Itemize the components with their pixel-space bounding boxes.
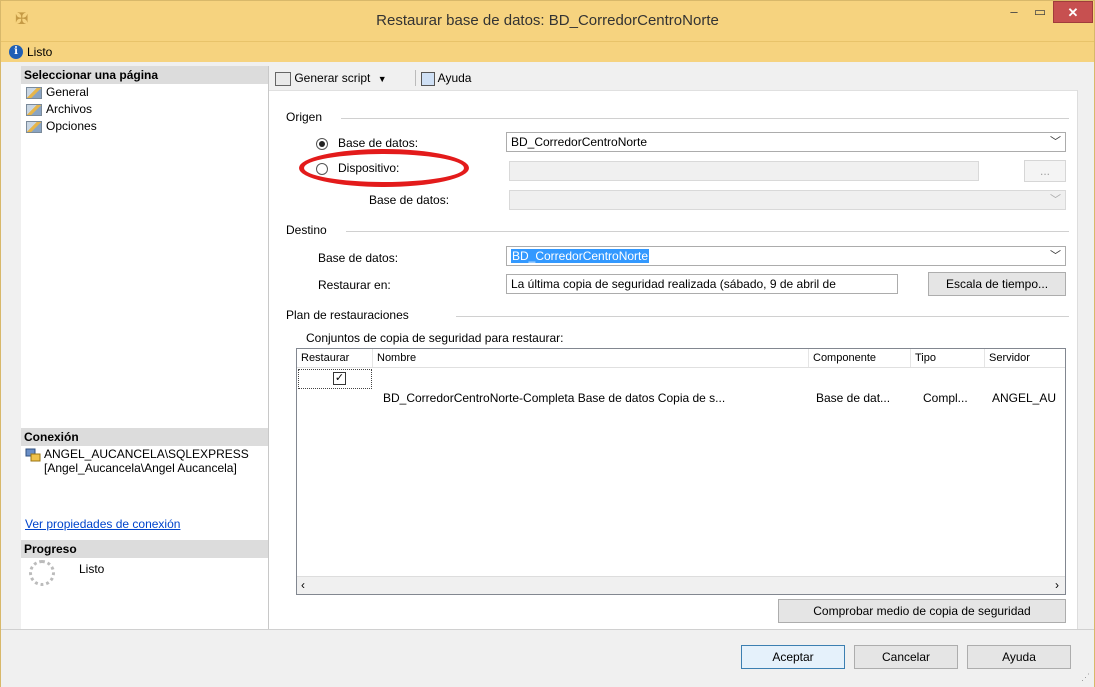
script-button[interactable]: Generar script ▼ [275,70,387,86]
close-button[interactable]: ✕ [1053,1,1093,23]
page-label: Archivos [46,102,93,116]
server-connection-icon [25,448,41,462]
column-header-restaurar[interactable]: Restaurar [297,349,373,367]
column-header-nombre[interactable]: Nombre [373,349,809,367]
page-icon [26,86,42,99]
page-item-general[interactable]: General [26,84,89,100]
progress-spinner-icon [29,560,55,586]
origen-database-label: Base de datos: [338,136,419,150]
maximize-button[interactable]: ▭ [1027,1,1053,23]
connection-text: ANGEL_AUCANCELA\SQLEXPRESS [Angel_Aucanc… [44,447,249,475]
device-database-select[interactable]: ﹀ [509,190,1066,210]
device-browse-button[interactable]: ... [1024,160,1066,182]
table-row[interactable]: ✓ BD_CorredorCentroNorte-Completa Base d… [297,368,1065,405]
chevron-down-icon[interactable]: ▼ [378,74,387,84]
chevron-left-icon[interactable]: ‹ [301,578,305,592]
connection-properties-link[interactable]: Ver propiedades de conexión [25,517,180,531]
chevron-down-icon: ﹀ [1050,194,1061,206]
row-server: ANGEL_AU [992,391,1057,405]
chevron-down-icon: ﹀ [1050,136,1061,148]
help-button[interactable]: Ayuda [421,70,471,86]
device-database-label: Base de datos: [369,193,450,207]
page-label: General [46,85,89,99]
horizontal-scrollbar[interactable]: ‹ › [297,576,1065,594]
toolbar-divider [415,70,416,86]
destino-database-label: Base de datos: [318,251,399,265]
minimize-button[interactable]: – [1001,1,1027,23]
restore-to-input[interactable]: La última copia de seguridad realizada (… [506,274,898,294]
vertical-scrollbar[interactable] [1077,90,1094,645]
chevron-right-icon[interactable]: › [1055,578,1059,592]
restore-to-value: La última copia de seguridad realizada (… [511,277,836,291]
section-divider [346,231,1069,232]
column-header-servidor[interactable]: Servidor [985,349,1065,367]
info-icon: i [9,45,23,59]
script-icon [275,71,291,86]
column-header-tipo[interactable]: Tipo [911,349,985,367]
select-page-header: Seleccionar una página [21,66,268,84]
page-item-opciones[interactable]: Opciones [26,118,97,134]
toolbar: Generar script ▼ Ayuda [269,66,1094,91]
origen-database-radio[interactable] [316,138,328,150]
cancel-button[interactable]: Cancelar [854,645,958,669]
title-bar[interactable]: ✠ Restaurar base de datos: BD_CorredorCe… [1,1,1094,41]
origen-section-title: Origen [286,110,323,124]
column-header-componente[interactable]: Componente [809,349,911,367]
restore-dialog: ✠ Restaurar base de datos: BD_CorredorCe… [0,0,1095,687]
select-value: BD_CorredorCentroNorte [511,135,648,149]
script-label: Generar script [294,71,371,85]
backup-sets-grid: Restaurar Nombre Componente Tipo Servido… [296,348,1066,595]
highlight-annotation [299,149,469,187]
window-title: Restaurar base de datos: BD_CorredorCent… [376,12,719,29]
help-icon [421,71,435,86]
resize-grip-icon[interactable]: ⋰ [1081,672,1090,683]
connection-panel: ANGEL_AUCANCELA\SQLEXPRESS [Angel_Aucanc… [21,428,268,518]
device-input[interactable] [509,161,979,181]
help-footer-button[interactable]: Ayuda [967,645,1071,669]
page-icon [26,103,42,116]
restore-checkbox[interactable]: ✓ [333,372,346,385]
page-label: Opciones [46,119,97,133]
destino-section-title: Destino [286,223,327,237]
origen-database-select[interactable]: BD_CorredorCentroNorte ﹀ [506,132,1066,152]
progress-panel: Listo [21,540,268,600]
select-value: BD_CorredorCentroNorte [511,249,650,263]
status-text: Listo [27,45,53,59]
row-component: Base de dat... [816,391,891,405]
destino-database-select[interactable]: BD_CorredorCentroNorte ﹀ [506,246,1066,266]
section-divider [456,316,1069,317]
status-bar: i Listo [1,41,1094,62]
progress-status: Listo [79,562,105,576]
page-icon [26,120,42,133]
plan-section-title: Plan de restauraciones [286,308,409,322]
chevron-down-icon: ﹀ [1050,250,1061,262]
timeline-button[interactable]: Escala de tiempo... [928,272,1066,296]
verify-backup-button[interactable]: Comprobar medio de copia de seguridad [778,599,1066,623]
section-divider [341,118,1069,119]
row-type: Compl... [923,391,968,405]
row-name: BD_CorredorCentroNorte-Completa Base de … [383,391,726,405]
backup-sets-label: Conjuntos de copia de seguridad para res… [306,331,564,345]
left-pane: Seleccionar una página General Archivos … [21,66,269,645]
page-item-archivos[interactable]: Archivos [26,101,92,117]
restore-to-label: Restaurar en: [318,278,391,292]
ok-button[interactable]: Aceptar [741,645,845,669]
help-label: Ayuda [437,71,472,85]
